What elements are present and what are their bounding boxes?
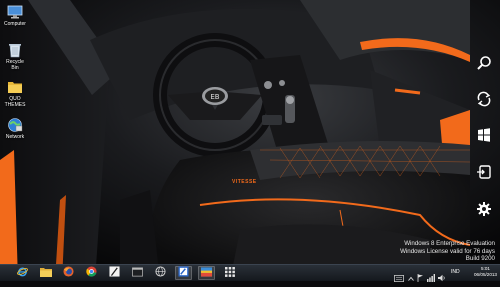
- desktop-icon-computer[interactable]: Computer: [2, 4, 28, 27]
- folder-icon: [7, 79, 23, 95]
- windows-logo-icon: [476, 127, 492, 148]
- desktop-icon-label: QUO THEMES: [4, 96, 26, 108]
- taskbar-apps-grid[interactable]: [221, 266, 238, 280]
- watermark-edition: Windows 8 Enterprise Evaluation: [404, 240, 495, 248]
- clock[interactable]: 5:01 06/05/2013: [474, 266, 497, 278]
- desktop-icon-quo-themes[interactable]: QUO THEMES: [2, 79, 28, 108]
- chrome-icon: [86, 264, 97, 282]
- watermark-build: Build 9200: [465, 255, 495, 263]
- vitesse-badge: VITESSE: [232, 179, 257, 185]
- charm-share[interactable]: [473, 90, 495, 112]
- clock-date: 06/05/2013: [474, 272, 497, 277]
- taskbar-chrome[interactable]: [83, 266, 100, 280]
- recycle-bin-icon: [7, 42, 23, 58]
- taskbar-internet-explorer[interactable]: [14, 266, 31, 280]
- pen-tool-icon: [109, 264, 120, 282]
- taskbar-globe[interactable]: [152, 266, 169, 280]
- show-hidden-icons-icon[interactable]: [408, 269, 414, 281]
- windows-evaluation-watermark: Windows 8 Enterprise Evaluation Windows …: [400, 240, 495, 263]
- search-icon: [476, 55, 492, 76]
- computer-icon: [7, 4, 23, 20]
- flag-icon[interactable]: [417, 269, 424, 282]
- charm-search[interactable]: [473, 54, 495, 76]
- charm-devices[interactable]: [473, 163, 495, 185]
- taskbar-firefox[interactable]: [60, 266, 77, 280]
- network-icon: [7, 117, 23, 133]
- desktop-wallpaper: EB: [0, 0, 500, 281]
- taskbar-paint[interactable]: [175, 266, 192, 280]
- network-icon[interactable]: [427, 269, 435, 282]
- desktop-icon-label: Network: [5, 134, 25, 140]
- gear-icon: [476, 201, 492, 222]
- paint-icon: [178, 264, 189, 282]
- desktop-icon-network[interactable]: Network: [2, 117, 28, 140]
- desktop-icon-label: Computer: [4, 21, 26, 27]
- taskbar-image-viewer[interactable]: [198, 266, 215, 280]
- globe-icon: [155, 264, 166, 282]
- taskbar-window[interactable]: [129, 266, 146, 280]
- desktop-icon-recycle-bin[interactable]: Recycle Bin: [2, 42, 28, 71]
- image-viewer-icon: [201, 264, 212, 282]
- taskbar: IND 5:01 06/05/2013: [0, 264, 500, 282]
- language-indicator[interactable]: IND: [451, 269, 460, 275]
- charm-start[interactable]: [473, 126, 495, 148]
- folder-icon: [39, 264, 52, 282]
- keyboard-icon[interactable]: [394, 269, 404, 282]
- firefox-icon: [63, 264, 74, 282]
- taskbar-file-explorer[interactable]: [37, 266, 54, 280]
- svg-text:EB: EB: [210, 93, 219, 101]
- share-icon: [476, 91, 492, 112]
- volume-icon[interactable]: [438, 269, 446, 282]
- taskbar-pen-tool[interactable]: [106, 266, 123, 280]
- grid-icon: [224, 264, 235, 282]
- watermark-license: Windows License valid for 76 days: [400, 247, 495, 255]
- desktop-icon-label: Recycle Bin: [6, 59, 24, 71]
- window-icon: [132, 264, 143, 282]
- charm-settings[interactable]: [473, 200, 495, 222]
- internet-explorer-icon: [17, 264, 28, 282]
- devices-icon: [476, 164, 492, 185]
